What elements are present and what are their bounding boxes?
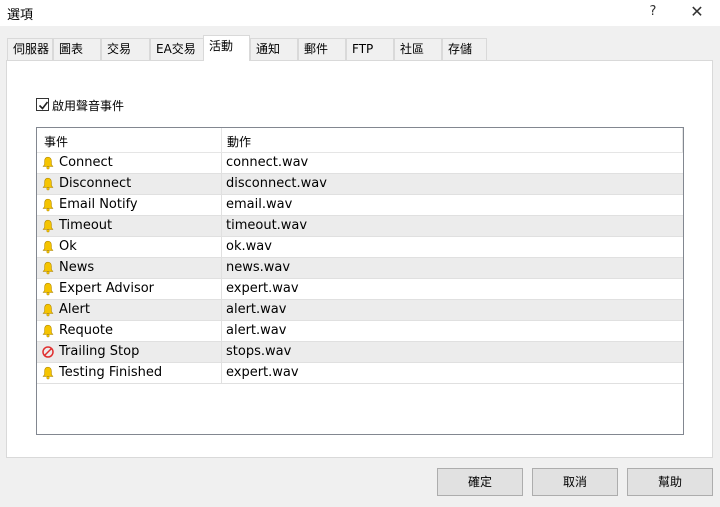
cell-divider — [221, 321, 222, 341]
cancel-button[interactable]: 取消 — [532, 468, 618, 496]
table-row[interactable]: Disconnect disconnect.wav — [37, 174, 683, 195]
bell-icon — [41, 177, 55, 191]
close-icon[interactable]: ✕ — [684, 0, 710, 24]
event-action: disconnect.wav — [226, 176, 327, 191]
table-row[interactable]: Connect connect.wav — [37, 153, 683, 174]
cell-divider — [221, 174, 222, 194]
event-action: alert.wav — [226, 302, 287, 317]
tab-community[interactable]: 社區 — [394, 38, 442, 60]
tab-server[interactable]: 伺服器 — [7, 38, 53, 60]
event-name: News — [59, 260, 95, 275]
bell-icon — [41, 261, 55, 275]
events-panel: 啟用聲音事件 事件 動作 Connect connect.wav Disconnec… — [6, 60, 713, 458]
disabled-icon — [41, 345, 55, 359]
tab-email[interactable]: 郵件 — [298, 38, 346, 60]
enable-sounds-label: 啟用聲音事件 — [52, 99, 125, 113]
event-action: news.wav — [226, 260, 291, 275]
cell-divider — [221, 342, 222, 362]
event-name: Ok — [59, 239, 77, 254]
tab-events[interactable]: 活動 — [203, 35, 250, 61]
bell-icon — [41, 282, 55, 296]
event-action: timeout.wav — [226, 218, 308, 233]
bell-icon — [41, 240, 55, 254]
enable-sounds-checkbox[interactable] — [36, 98, 49, 111]
events-list[interactable]: 事件 動作 Connect connect.wav Disconnect discon… — [36, 127, 684, 435]
event-name: Trailing Stop — [59, 344, 140, 359]
event-action: stops.wav — [226, 344, 292, 359]
event-name: Timeout — [59, 218, 113, 233]
table-row[interactable]: Testing Finished expert.wav — [37, 363, 683, 384]
table-row[interactable]: Requote alert.wav — [37, 321, 683, 342]
cell-divider — [221, 153, 222, 173]
cell-divider — [221, 363, 222, 383]
table-row[interactable]: Alert alert.wav — [37, 300, 683, 321]
cell-divider — [221, 279, 222, 299]
tab-charts[interactable]: 圖表 — [53, 38, 101, 60]
event-name: Expert Advisor — [59, 281, 155, 296]
list-header: 事件 動作 — [37, 128, 683, 153]
table-row[interactable]: Timeout timeout.wav — [37, 216, 683, 237]
event-action: connect.wav — [226, 155, 309, 170]
tab-storage[interactable]: 存儲 — [442, 38, 487, 60]
window-title: 選項 — [7, 8, 34, 23]
event-name: Requote — [59, 323, 113, 338]
column-divider[interactable] — [682, 128, 683, 153]
tab-notifications[interactable]: 通知 — [250, 38, 298, 60]
column-divider[interactable] — [221, 128, 222, 153]
events-rows: Connect connect.wav Disconnect disconnect.w… — [37, 153, 683, 384]
event-name: Testing Finished — [59, 365, 163, 380]
event-action: expert.wav — [226, 281, 299, 296]
tab-ftp[interactable]: FTP — [346, 38, 394, 60]
bell-icon — [41, 324, 55, 338]
cell-divider — [221, 216, 222, 236]
event-name: Disconnect — [59, 176, 132, 191]
checkmark-icon — [38, 101, 49, 110]
column-header-event[interactable]: 事件 — [44, 133, 68, 150]
bell-icon — [41, 219, 55, 233]
tab-trade[interactable]: 交易 — [101, 38, 150, 60]
table-row[interactable]: News news.wav — [37, 258, 683, 279]
help-button[interactable]: 幫助 — [627, 468, 713, 496]
event-action: ok.wav — [226, 239, 272, 254]
bell-icon — [41, 198, 55, 212]
tab-expert-advisors[interactable]: EA交易 — [150, 38, 204, 60]
event-name: Email Notify — [59, 197, 138, 212]
table-row[interactable]: Ok ok.wav — [37, 237, 683, 258]
table-row[interactable]: Expert Advisor expert.wav — [37, 279, 683, 300]
cell-divider — [221, 300, 222, 320]
cell-divider — [221, 195, 222, 215]
title-bar: 選項 ? ✕ — [0, 0, 720, 26]
bell-icon — [41, 366, 55, 380]
column-header-action[interactable]: 動作 — [227, 133, 251, 150]
event-name: Connect — [59, 155, 113, 170]
cell-divider — [221, 237, 222, 257]
event-action: alert.wav — [226, 323, 287, 338]
event-action: expert.wav — [226, 365, 299, 380]
event-action: email.wav — [226, 197, 293, 212]
bell-icon — [41, 156, 55, 170]
table-row[interactable]: Trailing Stop stops.wav — [37, 342, 683, 363]
help-icon[interactable]: ? — [640, 0, 666, 24]
event-name: Alert — [59, 302, 90, 317]
cell-divider — [221, 258, 222, 278]
ok-button[interactable]: 確定 — [437, 468, 523, 496]
table-row[interactable]: Email Notify email.wav — [37, 195, 683, 216]
bell-icon — [41, 303, 55, 317]
